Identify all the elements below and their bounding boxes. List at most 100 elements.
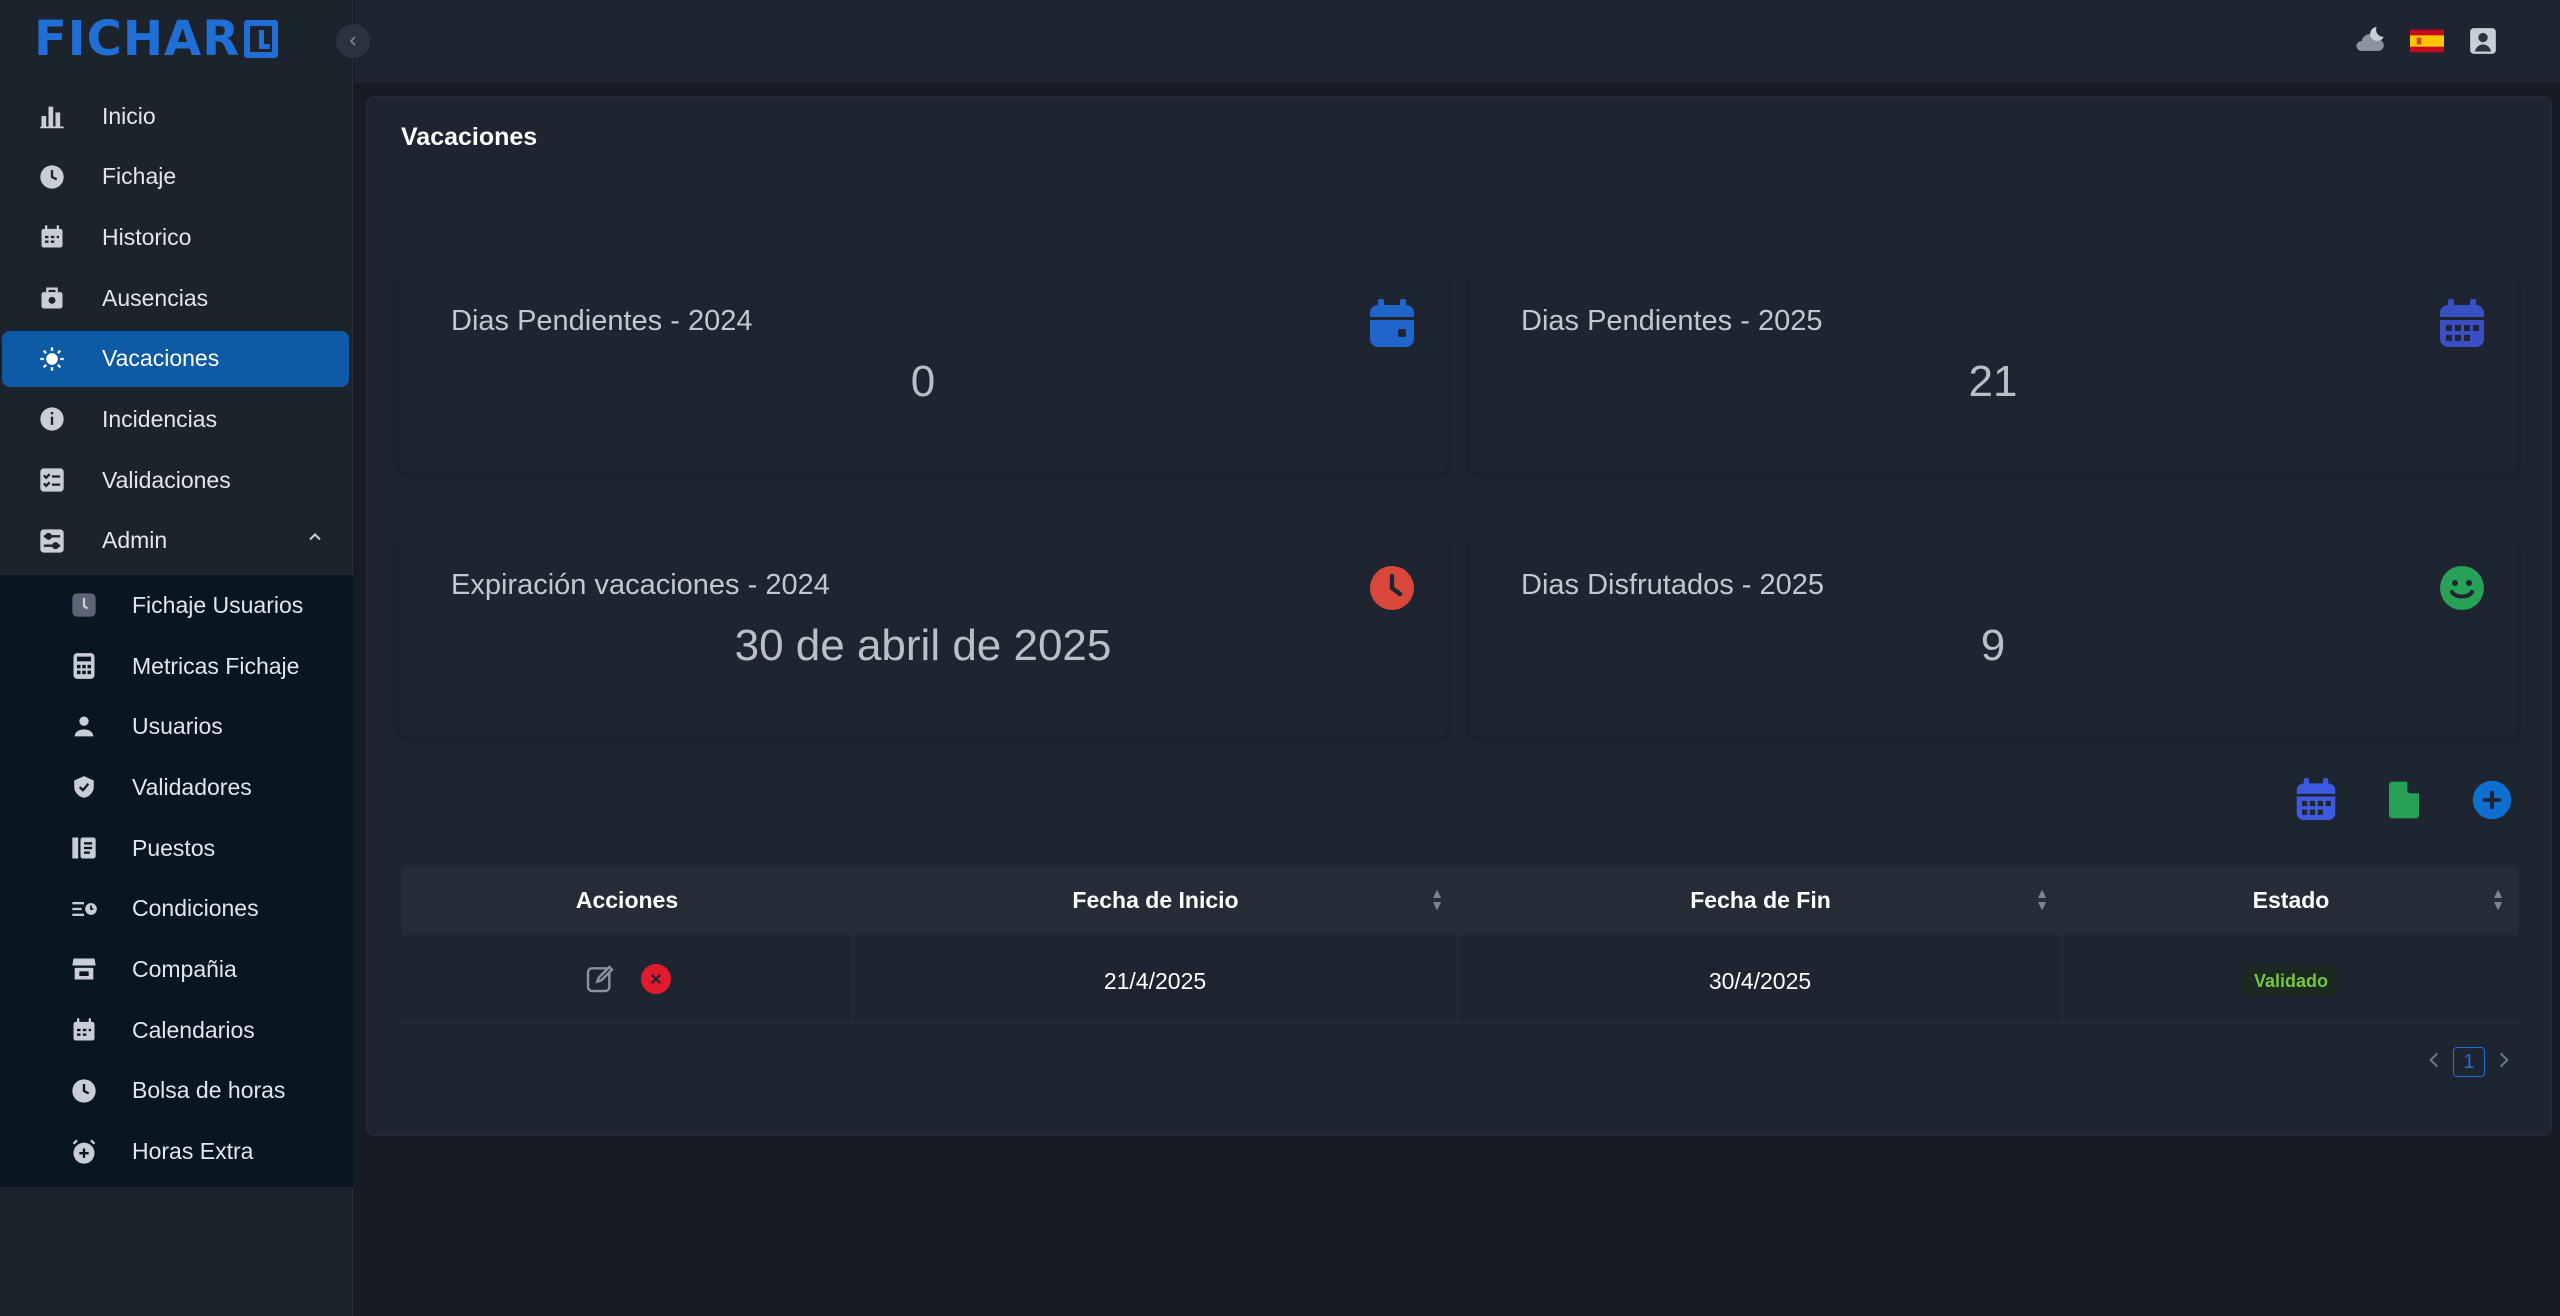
sort-icon[interactable]: ▲ ▼ [2491, 886, 2505, 912]
sidebar-item-label: Fichaje Usuarios [132, 591, 304, 618]
sidebar-item-label: Condiciones [132, 895, 259, 922]
sidebar-item-label: Validadores [132, 773, 252, 800]
export-sheet-icon[interactable] [2381, 777, 2427, 823]
sidebar-item-label: Usuarios [132, 713, 223, 740]
stat-value: 9 [1980, 621, 2006, 670]
sort-icon[interactable]: ▲ ▼ [2035, 886, 2049, 912]
sidebar-item-label: Validaciones [102, 466, 231, 493]
chevron-up-icon[interactable] [305, 527, 325, 553]
alarm-plus-icon [68, 1136, 100, 1168]
calendar-icon [36, 221, 68, 253]
admin-subnav: Fichaje Usuarios Metricas Fichaje Usuari… [0, 575, 353, 1187]
smile-icon [2437, 563, 2487, 613]
column-header-fecha-fin[interactable]: Fecha de Fin ▲ ▼ [1458, 865, 2063, 935]
sidebar-item-label: Bolsa de horas [132, 1077, 286, 1104]
sidebar-item-fichaje-usuarios[interactable]: Fichaje Usuarios [0, 575, 353, 636]
cell-fecha-inicio: 21/4/2025 [853, 935, 1458, 1022]
bar-chart-icon [36, 100, 68, 132]
table-header: Acciones Fecha de Inicio ▲ ▼ Fecha de Fin… [401, 865, 2519, 935]
theme-moon-icon[interactable] [2354, 24, 2388, 58]
user-avatar-icon[interactable] [2466, 24, 2500, 58]
column-header-label: Fecha de Fin [1690, 886, 1831, 913]
calculator-icon [68, 650, 100, 682]
sidebar-item-inicio[interactable]: Inicio [2, 88, 349, 144]
row-actions [401, 935, 853, 1022]
checklist-icon [36, 464, 68, 496]
edit-icon[interactable] [583, 962, 617, 996]
sidebar-item-validadores[interactable]: Validadores [0, 757, 353, 818]
add-icon[interactable] [2469, 777, 2515, 823]
info-icon [36, 403, 68, 435]
app-logo[interactable]: FICHAR [34, 15, 279, 63]
sidebar-item-label: Ausencias [102, 284, 209, 311]
sidebar-item-condiciones[interactable]: Condiciones [0, 878, 353, 939]
sidebar-item-admin[interactable]: Admin [2, 513, 349, 569]
shield-check-icon [68, 771, 100, 803]
sidebar-item-calendarios[interactable]: Calendarios [0, 1000, 353, 1061]
sidebar: FICHAR Inicio Fichaje Historico Ausencia… [0, 0, 353, 1316]
status-badge: Validado [2243, 967, 2339, 996]
column-header-fecha-inicio[interactable]: Fecha de Inicio ▲ ▼ [853, 865, 1458, 935]
clock-icon [1367, 563, 1417, 613]
stat-value: 0 [910, 357, 936, 406]
clock-icon [68, 1075, 100, 1107]
stat-value: 30 de abril de 2025 [734, 621, 1112, 670]
next-page-icon[interactable] [2497, 1049, 2511, 1075]
sidebar-item-label: Admin [102, 527, 168, 554]
cell-estado: Validado [2063, 935, 2519, 1022]
column-header-label: Estado [2252, 886, 2330, 913]
clock-icon [36, 161, 68, 193]
column-header-label: Fecha de Inicio [1072, 886, 1239, 913]
sidebar-item-label: Puestos [132, 834, 216, 861]
delete-icon[interactable] [640, 963, 671, 994]
briefcase-icon [36, 282, 68, 314]
pagination: 1 [2427, 1047, 2511, 1077]
stat-card-expiracion-2024: Expiración vacaciones - 2024 30 de abril… [399, 537, 1447, 737]
page-button[interactable]: 1 [2453, 1047, 2485, 1077]
cell-fecha-fin: 30/4/2025 [1458, 935, 2063, 1022]
sun-icon [36, 343, 68, 375]
sidebar-item-label: Metricas Fichaje [132, 652, 300, 679]
stat-label: Dias Pendientes - 2025 [1521, 305, 1823, 337]
sidebar-item-validaciones[interactable]: Validaciones [2, 452, 349, 508]
sidebar-item-label: Incidencias [102, 405, 218, 432]
prev-page-icon[interactable] [2427, 1049, 2441, 1075]
store-icon [68, 953, 100, 985]
sidebar-item-historico[interactable]: Historico [2, 209, 349, 265]
calendar-icon [68, 1014, 100, 1046]
sort-icon[interactable]: ▲ ▼ [1430, 886, 1444, 912]
chevron-left-icon [349, 36, 356, 46]
sidebar-item-incidencias[interactable]: Incidencias [2, 391, 349, 447]
stat-card-pendientes-2024: Dias Pendientes - 2024 0 [399, 273, 1447, 473]
stat-label: Expiración vacaciones - 2024 [451, 569, 830, 601]
id-card-icon [68, 832, 100, 864]
sidebar-item-ausencias[interactable]: Ausencias [2, 270, 349, 326]
column-header-acciones: Acciones [401, 865, 853, 935]
sidebar-item-label: Calendarios [132, 1016, 255, 1043]
column-header-estado[interactable]: Estado ▲ ▼ [2063, 865, 2519, 935]
stat-card-disfrutados-2025: Dias Disfrutados - 2025 9 [1469, 537, 2517, 737]
page-title: Vacaciones [401, 123, 538, 151]
sidebar-item-vacaciones[interactable]: Vacaciones [2, 330, 349, 387]
sidebar-item-metricas-fichaje[interactable]: Metricas Fichaje [0, 636, 353, 697]
calendar-view-icon[interactable] [2293, 777, 2339, 823]
sidebar-item-label: Historico [102, 223, 192, 250]
user-clock-icon [68, 589, 100, 621]
column-header-label: Acciones [575, 886, 679, 913]
stat-label: Dias Disfrutados - 2025 [1521, 569, 1825, 601]
topbar [354, 0, 2560, 84]
settings-panel-icon [36, 525, 68, 557]
spain-flag-icon[interactable] [2410, 24, 2444, 58]
sidebar-item-usuarios[interactable]: Usuarios [0, 696, 353, 757]
sidebar-item-label: Inicio [102, 102, 156, 129]
list-clock-icon [68, 893, 100, 925]
sidebar-item-compania[interactable]: Compañia [0, 939, 353, 1000]
sidebar-item-bolsa-de-horas[interactable]: Bolsa de horas [0, 1061, 353, 1122]
sidebar-item-puestos[interactable]: Puestos [0, 818, 353, 879]
users-icon [68, 711, 100, 743]
sidebar-item-horas-extra[interactable]: Horas Extra [0, 1121, 353, 1182]
sidebar-item-fichaje[interactable]: Fichaje [2, 149, 349, 205]
vacaciones-table: Acciones Fecha de Inicio ▲ ▼ Fecha de Fin… [401, 865, 2519, 1023]
collapse-sidebar-button[interactable] [336, 24, 370, 58]
sidebar-item-label: Horas Extra [132, 1138, 254, 1165]
